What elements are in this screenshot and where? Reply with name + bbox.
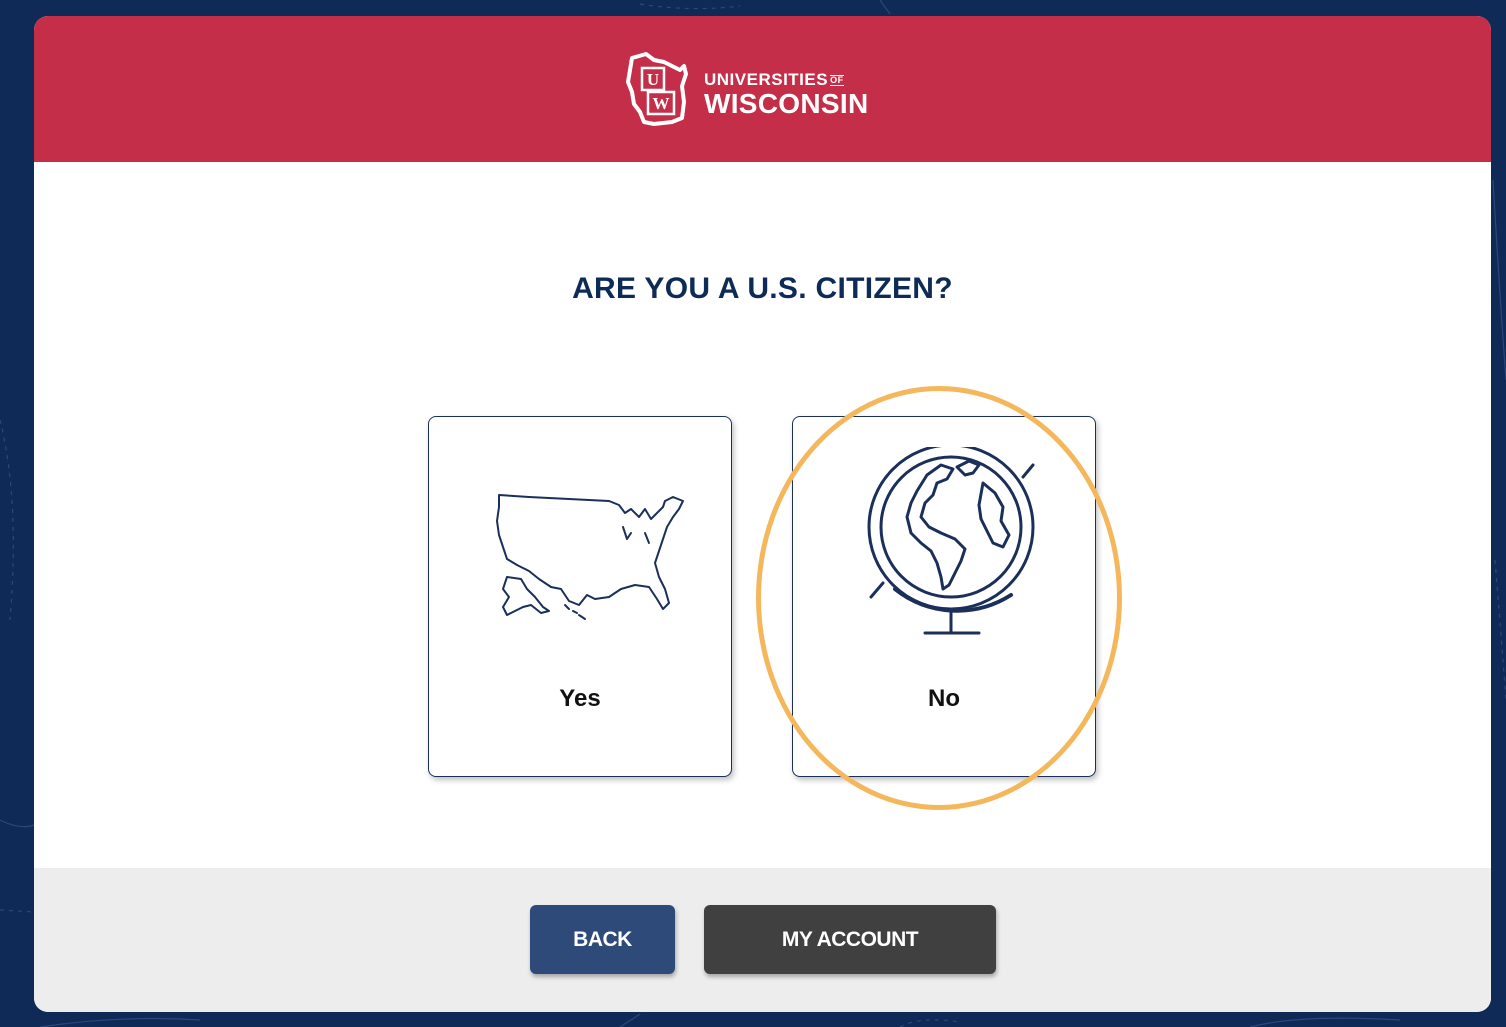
wisconsin-state-icon: U W [626,52,688,126]
back-button[interactable]: BACK [530,905,675,974]
globe-icon [867,447,1035,635]
logo-initial-w: W [653,94,670,113]
logo-text-universities: UNIVERSITIES OF [704,70,844,90]
option-no-label: No [928,685,960,712]
logo-initial-u: U [647,70,659,89]
option-no-card[interactable]: No [792,416,1096,777]
option-yes-label: Yes [559,685,601,712]
header-bar: U W UNIVERSITIES OF WISCONSIN [34,16,1491,162]
uw-logo[interactable]: U W UNIVERSITIES OF WISCONSIN [624,52,904,132]
option-yes-card[interactable]: Yes [428,416,732,777]
my-account-button[interactable]: MY ACCOUNT [704,905,996,974]
logo-text-wisconsin: WISCONSIN [704,88,869,119]
citizenship-card: U W UNIVERSITIES OF WISCONSIN ARE YOU A U… [34,16,1491,1012]
usa-map-icon [496,494,684,620]
logo-of-word: OF [830,75,844,86]
page-question: ARE YOU A U.S. CITIZEN? [572,272,953,305]
logo-universities-word: UNIVERSITIES [704,70,829,89]
